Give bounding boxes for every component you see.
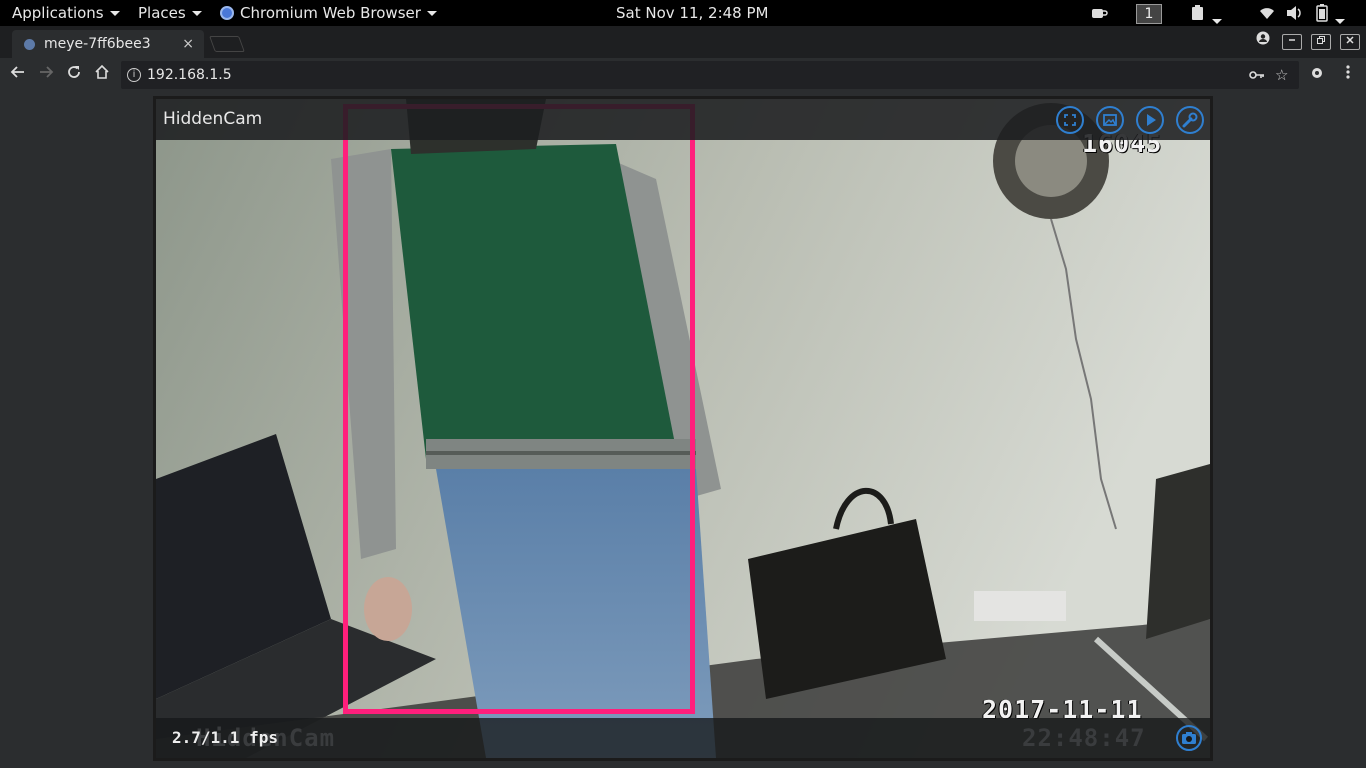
close-window-icon[interactable] [1340, 34, 1360, 50]
bookmark-star-icon[interactable]: ☆ [1275, 61, 1288, 89]
workspace-indicator[interactable]: 1 [1136, 4, 1162, 24]
extension-icon[interactable] [1305, 63, 1329, 87]
fps-indicator: 2.7/1.1 fps [172, 728, 278, 747]
chevron-down-icon [426, 11, 437, 16]
tab-title: meye-7ff6bee3 [44, 36, 151, 52]
motion-detection-box [343, 104, 695, 714]
places-menu[interactable]: Places [138, 0, 202, 26]
address-bar[interactable]: i 192.168.1.5 ☆ [121, 61, 1299, 89]
chevron-down-icon [1212, 19, 1222, 24]
osd-time: 22:48:47 [1022, 724, 1146, 752]
coffee-icon[interactable] [1090, 0, 1108, 26]
volume-icon[interactable] [1285, 0, 1303, 26]
restore-icon[interactable] [1310, 34, 1331, 50]
active-app-menu[interactable]: Chromium Web Browser [220, 0, 437, 26]
top-panel: Applications Places Chromium Web Browser… [0, 0, 1366, 26]
key-icon[interactable] [1249, 61, 1265, 98]
camera-header: HiddenCam [156, 99, 1210, 140]
chevron-down-icon [109, 11, 120, 16]
pictures-icon[interactable] [1096, 106, 1124, 134]
minimize-icon[interactable] [1281, 34, 1302, 50]
forward-icon[interactable] [34, 63, 58, 87]
home-icon[interactable] [90, 63, 114, 87]
clock[interactable]: Sat Nov 11, 2:48 PM [616, 0, 768, 26]
chromium-icon [220, 6, 234, 20]
new-tab-button[interactable] [209, 36, 245, 52]
reload-icon[interactable] [62, 63, 86, 87]
applications-label: Applications [12, 4, 104, 22]
clipboard-menu[interactable] [1190, 0, 1222, 26]
camera-footer: HiddenCam 2.7/1.1 fps 22:48:47 [156, 718, 1210, 758]
play-icon[interactable] [1136, 106, 1164, 134]
favicon-icon [24, 39, 35, 50]
tab-strip: meye-7ff6bee3 × [0, 26, 1366, 58]
profile-icon[interactable] [1253, 31, 1273, 47]
camera-frame[interactable]: 16045 2017-11-11 HiddenCam HiddenCam 2.7… [153, 96, 1213, 761]
site-info-icon[interactable]: i [127, 68, 141, 82]
battery-menu[interactable] [1315, 0, 1345, 26]
window-controls [1249, 30, 1360, 50]
browser-toolbar: i 192.168.1.5 ☆ [0, 58, 1366, 92]
snapshot-icon[interactable] [1176, 725, 1202, 751]
fullscreen-icon[interactable] [1056, 106, 1084, 134]
settings-wrench-icon[interactable] [1176, 106, 1204, 134]
close-tab-icon[interactable]: × [182, 30, 194, 58]
wifi-icon[interactable] [1258, 0, 1276, 26]
active-app-label: Chromium Web Browser [240, 4, 421, 22]
tab-meye[interactable]: meye-7ff6bee3 × [12, 30, 204, 58]
places-label: Places [138, 4, 186, 22]
applications-menu[interactable]: Applications [12, 0, 120, 26]
chevron-down-icon [1335, 19, 1345, 24]
menu-kebab-icon[interactable] [1336, 63, 1360, 87]
camera-name: HiddenCam [163, 109, 263, 129]
url-text: 192.168.1.5 [147, 67, 232, 83]
chevron-down-icon [191, 11, 202, 16]
back-icon[interactable] [6, 63, 30, 87]
